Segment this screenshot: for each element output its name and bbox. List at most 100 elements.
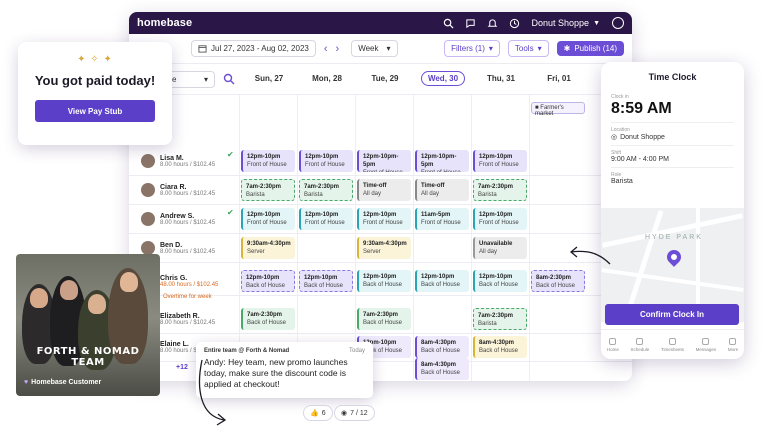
message-header: Entire team @ Forth & Nomad Today: [204, 348, 365, 354]
shift-role: All day: [363, 191, 382, 197]
schedule-grid-header: st name▾ Sun, 27Mon, 28Tue, 29Wed, 30Thu…: [129, 65, 632, 95]
search-icon[interactable]: [223, 73, 235, 85]
search-icon[interactable]: [442, 16, 456, 30]
event-farmers-market[interactable]: ■ Farmer's market: [531, 102, 585, 117]
shift-block[interactable]: 12pm-10pm Back of House: [415, 270, 469, 292]
tab-label: Home: [606, 346, 619, 352]
employee-row[interactable]: Ciara R. 8.00 hours / $102.45: [141, 177, 215, 203]
employee-hours: 8.00 hours / $102.45: [160, 161, 216, 168]
shift-block[interactable]: 12pm-10pm Front of House: [241, 150, 295, 172]
confirm-clock-in-button[interactable]: Confirm Clock In: [605, 304, 739, 325]
day-header-label: Mon, 28: [312, 74, 342, 83]
next-week-icon[interactable]: ›: [336, 43, 340, 55]
shift-block[interactable]: 11am-5pm Front of House: [415, 208, 469, 230]
shift-role: Barista: [304, 192, 323, 198]
shift-block[interactable]: 9:30am-4:30pm Server: [357, 237, 411, 259]
employee-hours: 8.00 hours / $102.45: [160, 190, 216, 197]
shift-block[interactable]: Time-off All day: [415, 179, 469, 201]
map-area-label: HYDE PARK: [645, 234, 703, 241]
tab-home[interactable]: Home: [606, 337, 619, 352]
curved-arrow-icon: [198, 359, 227, 426]
shift-section: Shift 9:00 AM - 4:00 PM: [611, 146, 734, 168]
shift-block[interactable]: 12pm-10pm Front of House: [241, 208, 295, 230]
shift-block[interactable]: 7am-2:30pm Barista: [299, 179, 353, 201]
day-header[interactable]: Thu, 31: [473, 74, 529, 83]
shift-time: 12pm-10pm: [247, 154, 281, 160]
customer-badge-label: Homebase Customer: [31, 379, 102, 386]
shift-block[interactable]: 12pm-10pm Front of House: [473, 208, 527, 230]
view-pay-stub-button[interactable]: View Pay Stub: [35, 100, 155, 122]
shift-block[interactable]: 12pm-10pm-5pm Front of House: [415, 150, 469, 172]
employee-row[interactable]: Lisa M. 8.00 hours / $102.45: [141, 148, 215, 174]
shift-block[interactable]: 8am-2:30pm Back of House: [531, 270, 585, 292]
date-range-picker[interactable]: Jul 27, 2023 - Aug 02, 2023: [191, 40, 316, 57]
day-header[interactable]: Tue, 29: [357, 74, 413, 83]
bell-icon[interactable]: [486, 16, 500, 30]
shift-block[interactable]: 8am-4:30pm Back of House: [473, 336, 527, 358]
tab-timesheets[interactable]: Timesheets: [661, 337, 684, 352]
employee-name: Lisa M.: [160, 154, 184, 162]
shift-block[interactable]: 9:30am-4:30pm Server: [241, 237, 295, 259]
day-header[interactable]: Wed, 30: [415, 71, 471, 86]
shift-block[interactable]: Time-off All day: [357, 179, 411, 201]
view-select[interactable]: Week ▾: [351, 40, 398, 57]
homebase-logo[interactable]: homebase: [137, 17, 192, 29]
shift-time: 12pm-10pm: [304, 275, 338, 281]
shift-time: 12pm-10pm: [305, 154, 339, 160]
shift-block[interactable]: 7am-2:30pm Back of House: [357, 308, 411, 330]
filters-button[interactable]: Filters (1) ▾: [444, 40, 500, 57]
tab-messages[interactable]: Messages: [696, 337, 716, 352]
time-clock-title: Time Clock: [648, 72, 697, 82]
confetti-icon: ✦ ✧ ✦: [77, 54, 113, 65]
shift-block[interactable]: 7am-2:30pm Barista: [473, 308, 527, 330]
reaction-like[interactable]: 👍 6: [303, 405, 333, 421]
shift-block[interactable]: 12pm-10pm Back of House: [299, 270, 353, 292]
shift-block[interactable]: 12pm-10pm Back of House: [241, 270, 295, 292]
publish-label: Publish (14): [574, 44, 617, 53]
tools-button[interactable]: Tools ▾: [507, 40, 549, 57]
shift-block[interactable]: 12pm-10pm Front of House: [357, 208, 411, 230]
day-header-label: Tue, 29: [371, 74, 399, 83]
shift-block[interactable]: 12pm-10pm Front of House: [299, 150, 353, 172]
day-header[interactable]: Fri, 01: [531, 74, 587, 83]
publish-button[interactable]: ✱ Publish (14): [556, 41, 624, 56]
grid-column-divider: [413, 95, 414, 381]
paid-card: ✦ ✧ ✦ You got paid today! View Pay Stub: [18, 42, 172, 145]
shift-block[interactable]: 12pm-10pm Back of House: [357, 270, 411, 292]
shift-block[interactable]: 8am-4:30pm Back of House: [415, 358, 469, 380]
employee-info: Ciara R. 8.00 hours / $102.45: [160, 184, 215, 197]
shift-time: 12pm-10pm: [305, 212, 339, 218]
member-count: +12: [176, 364, 188, 371]
customer-badge: ♥ Homebase Customer: [24, 379, 101, 386]
employee-name: Ben D.: [160, 241, 183, 249]
org-switcher[interactable]: Donut Shoppe ▼: [532, 18, 600, 28]
tab-label: More: [727, 346, 739, 352]
day-header[interactable]: Mon, 28: [299, 74, 355, 83]
shift-block[interactable]: 12pm-10pm Front of House: [299, 208, 353, 230]
chat-icon[interactable]: [464, 16, 478, 30]
shift-block[interactable]: 12pm-10pm Front of House: [473, 150, 527, 172]
reaction-seen[interactable]: ◉ 7 / 12: [334, 405, 375, 421]
tab-schedule[interactable]: Schedule: [631, 337, 649, 352]
shift-block[interactable]: 7am-2:30pm Barista: [241, 179, 295, 201]
location-pin-icon: [664, 247, 684, 267]
tab-more[interactable]: More: [727, 337, 739, 352]
shift-role: Front of House: [421, 170, 461, 172]
day-header[interactable]: Sun, 27: [241, 74, 297, 83]
shift-block[interactable]: 12pm-10pm-5pm Front of House: [357, 150, 411, 172]
shift-block[interactable]: 7am-2:30pm Back of House: [241, 308, 295, 330]
globe-icon[interactable]: [612, 17, 624, 29]
employee-row[interactable]: Andrew S. 8.00 hours / $102.45: [141, 206, 215, 232]
shift-time: 7am-2:30pm: [304, 184, 340, 190]
home-icon: [609, 337, 617, 345]
prev-week-icon[interactable]: ‹: [324, 43, 328, 55]
shift-block[interactable]: Unavailable All day: [473, 237, 527, 259]
employee-info: Elizabeth R. 8.00 hours / $102.45: [160, 313, 215, 326]
shift-time: 12pm-10pm: [421, 274, 455, 280]
shift-block[interactable]: 8am-4:30pm Back of House: [415, 336, 469, 358]
clock-icon[interactable]: [508, 16, 522, 30]
employee-info: Lisa M. 8.00 hours / $102.45: [160, 155, 215, 168]
shift-block[interactable]: 7am-2:30pm Barista: [473, 179, 527, 201]
shift-block[interactable]: 12pm-10pm Back of House: [473, 270, 527, 292]
shift-role: Front of House: [305, 162, 345, 168]
